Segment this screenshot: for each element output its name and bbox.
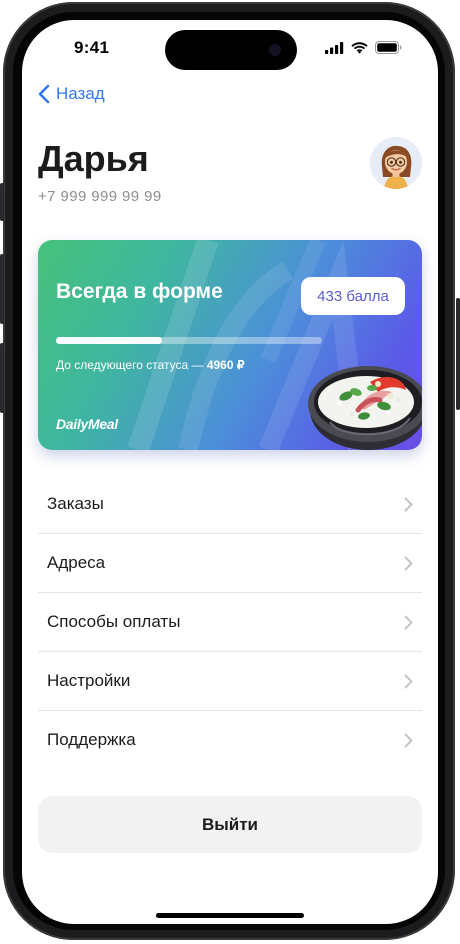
food-bowl-icon	[308, 366, 422, 450]
menu-item-payment-methods[interactable]: Способы оплаты	[38, 593, 422, 652]
chevron-left-icon	[38, 84, 50, 104]
chevron-right-icon	[404, 615, 413, 629]
menu-item-label: Заказы	[47, 494, 104, 513]
profile-menu: Заказы Адреса Способы оплаты Настройки П…	[38, 475, 422, 769]
loyalty-card[interactable]: Всегда в форме 433 балла До следующего с…	[38, 240, 422, 450]
status-progress-fill	[56, 337, 163, 344]
dynamic-island	[165, 30, 297, 70]
wifi-icon	[351, 41, 368, 54]
home-indicator[interactable]	[156, 913, 304, 918]
menu-item-support[interactable]: Поддержка	[38, 711, 422, 769]
profile-phone: +7 999 999 99 99	[38, 188, 162, 205]
card-title: Всегда в форме	[56, 280, 223, 303]
next-status-amount: 4960 ₽	[206, 358, 245, 372]
next-status-text: До следующего статуса — 4960 ₽	[56, 358, 245, 372]
camera-icon	[269, 44, 281, 56]
screen: 9:41 Назад Дарья +7 999 999 99 99 Всегда…	[22, 20, 438, 924]
brand-logo: DailyMeal	[56, 416, 118, 432]
menu-item-orders[interactable]: Заказы	[38, 475, 422, 534]
back-label: Назад	[56, 84, 105, 103]
chevron-right-icon	[404, 674, 413, 688]
cellular-signal-icon	[325, 41, 344, 54]
menu-item-label: Адреса	[47, 553, 106, 572]
status-progress-bar	[56, 337, 322, 344]
status-time: 9:41	[74, 38, 110, 57]
menu-item-addresses[interactable]: Адреса	[38, 534, 422, 593]
battery-icon	[375, 41, 402, 54]
profile-name: Дарья	[38, 138, 149, 179]
power-button	[456, 298, 460, 410]
menu-item-label: Поддержка	[47, 730, 136, 749]
memoji-avatar-icon	[370, 137, 422, 189]
chevron-right-icon	[404, 497, 413, 511]
status-icons	[325, 41, 402, 54]
menu-item-settings[interactable]: Настройки	[38, 652, 422, 711]
chevron-right-icon	[404, 556, 413, 570]
next-status-prefix: До следующего статуса —	[56, 358, 207, 372]
chevron-right-icon	[404, 733, 413, 747]
back-button[interactable]: Назад	[38, 84, 105, 104]
volume-down-button	[0, 343, 4, 413]
status-bar: 9:41	[22, 20, 438, 76]
action-button	[0, 183, 4, 221]
points-badge[interactable]: 433 балла	[301, 277, 405, 315]
menu-item-label: Настройки	[47, 671, 131, 690]
volume-up-button	[0, 254, 4, 324]
avatar[interactable]	[370, 137, 422, 189]
menu-item-label: Способы оплаты	[47, 612, 181, 631]
logout-button[interactable]: Выйти	[38, 796, 422, 853]
